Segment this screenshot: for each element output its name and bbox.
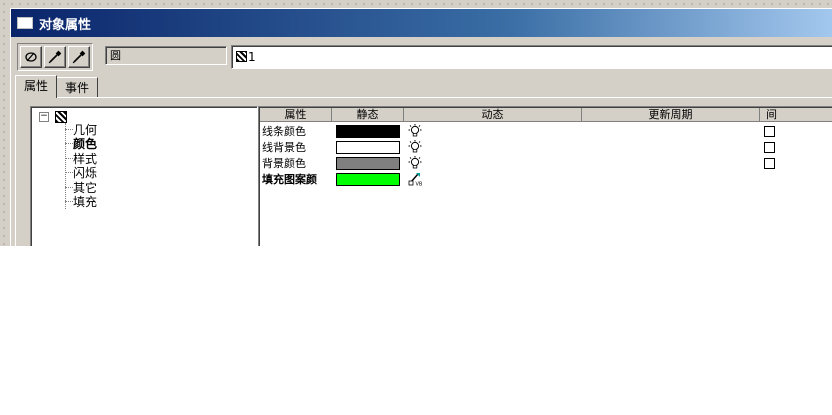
color-swatch-gray[interactable] <box>336 156 400 170</box>
svg-text:VB: VB <box>416 182 423 187</box>
object-name-value: 1 <box>248 50 256 64</box>
property-grid: 属性 静态 动态 更新周期 间 线条颜色 线背景色 背景颜色 填充图案颜 VB <box>258 106 832 246</box>
row-label: 线条颜色 <box>262 125 306 138</box>
window-title: 对象属性 <box>39 17 92 33</box>
grid-row-bg-color: 背景颜色 <box>260 155 422 171</box>
lightbulb-icon[interactable] <box>408 156 422 170</box>
tab-events[interactable]: 事件 <box>56 77 99 98</box>
eyedropper-icon <box>72 50 86 64</box>
property-category-tree[interactable]: − 几何 颜色 样式 闪烁 其它 填充 <box>30 106 258 246</box>
row-label: 背景颜色 <box>262 157 306 170</box>
column-header-static[interactable]: 静态 <box>332 108 404 122</box>
tree-item-fill[interactable]: 填充 <box>65 195 97 209</box>
column-header-interval[interactable]: 间 <box>760 108 832 122</box>
row-label: 线背景色 <box>262 141 306 154</box>
eyedropper-icon <box>48 50 62 64</box>
grid-header: 属性 静态 动态 更新周期 间 <box>260 108 832 122</box>
tree-items: 几何 颜色 样式 闪烁 其它 填充 <box>65 122 97 209</box>
tree-root[interactable]: − <box>39 110 67 124</box>
row-label: 填充图案颜 <box>262 173 317 186</box>
toolbar: 圆 1 <box>11 41 832 73</box>
lightbulb-icon[interactable] <box>408 124 422 138</box>
desktop-background: 对象属性 圆 1 属性 事件 − 几何 颜色 样式 闪烁 其它 填充 属性 静态… <box>0 0 832 246</box>
select-icon <box>25 52 37 62</box>
tool-button-group <box>17 43 93 71</box>
color-swatch-white[interactable] <box>336 140 400 154</box>
object-type-field: 圆 <box>105 46 227 65</box>
grid-row-line-color: 线条颜色 <box>260 123 422 139</box>
grid-row-line-bg-color: 线背景色 <box>260 139 422 155</box>
interval-checkbox-3[interactable] <box>764 158 775 169</box>
object-name-field[interactable]: 1 <box>231 45 832 69</box>
vb-script-icon[interactable]: VB <box>408 172 422 186</box>
window-icon <box>17 17 33 29</box>
select-tool-button[interactable] <box>20 46 42 68</box>
column-header-property[interactable]: 属性 <box>260 108 332 122</box>
eyedropper-button-2[interactable] <box>68 46 90 68</box>
grid-row-fill-pattern-color: 填充图案颜 VB <box>260 171 422 187</box>
collapse-icon[interactable]: − <box>39 112 49 122</box>
object-properties-window: 对象属性 圆 1 属性 事件 − 几何 颜色 样式 闪烁 其它 填充 属性 静态… <box>10 8 832 246</box>
column-header-dynamic[interactable]: 动态 <box>404 108 582 122</box>
tab-properties[interactable]: 属性 <box>15 75 58 98</box>
column-header-update-period[interactable]: 更新周期 <box>582 108 760 122</box>
lightbulb-icon[interactable] <box>408 140 422 154</box>
tab-panel: − 几何 颜色 样式 闪烁 其它 填充 属性 静态 动态 更新周期 间 线条颜色… <box>15 97 832 246</box>
object-icon <box>236 51 247 62</box>
color-swatch-green[interactable] <box>336 172 400 186</box>
interval-checkbox-2[interactable] <box>764 142 775 153</box>
color-swatch-black[interactable] <box>336 124 400 138</box>
interval-checkbox-1[interactable] <box>764 126 775 137</box>
tab-strip: 属性 事件 <box>15 75 99 98</box>
eyedropper-button-1[interactable] <box>44 46 66 68</box>
title-bar[interactable]: 对象属性 <box>11 9 832 37</box>
